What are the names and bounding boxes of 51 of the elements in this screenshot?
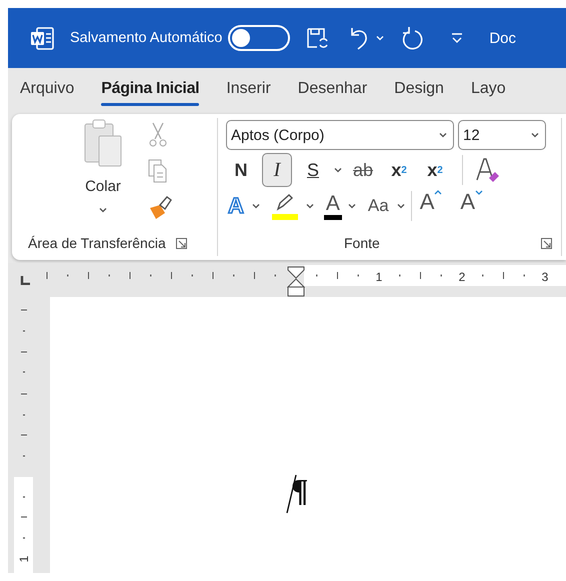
chevron-icon[interactable] (99, 207, 107, 213)
font-name-field[interactable]: Aptos (Corpo) (226, 120, 454, 150)
ribbon-tab[interactable]: Arquivo (20, 68, 74, 110)
change-case-button[interactable]: Aa (366, 189, 391, 223)
highlighter-icon[interactable] (272, 192, 298, 220)
grow-font-button[interactable]: A (418, 189, 444, 223)
text-effects-button[interactable]: A (226, 189, 246, 223)
italic-button[interactable]: I (262, 153, 292, 187)
group-label: Fonte (344, 235, 380, 251)
caret-icon[interactable] (434, 189, 442, 196)
chevron-icon[interactable] (306, 203, 314, 209)
ruler-number: 3 (542, 270, 548, 284)
format-painter-icon[interactable] (148, 196, 172, 220)
paragraph-mark: ¶ (292, 472, 308, 508)
redo-icon[interactable] (401, 26, 426, 50)
superscript-button[interactable]: x$^{2}$ (420, 153, 450, 187)
tab-stop-icon[interactable] (20, 276, 30, 284)
ruler-number: 1 (17, 556, 31, 562)
caret-icon[interactable] (475, 189, 484, 196)
ruler-number: 1 (376, 270, 382, 284)
underline-button[interactable]: S (298, 153, 328, 187)
chevron-icon[interactable] (439, 132, 447, 138)
ribbon-tab[interactable]: Layo (470, 68, 506, 110)
ribbon-tab[interactable]: Página Inicial (101, 68, 200, 110)
shrink-font-button[interactable]: A (458, 189, 486, 223)
chevron-icon[interactable] (531, 132, 539, 138)
ribbon-tab[interactable]: Desenhar (298, 68, 368, 110)
chevron-icon[interactable] (334, 167, 342, 173)
indent-marker[interactable] (286, 266, 306, 296)
group-label: Área de Transferência (28, 235, 166, 251)
paste-icon (83, 118, 123, 168)
chevron-icon[interactable] (252, 203, 260, 209)
autosave-toggle[interactable] (228, 25, 290, 51)
ribbon-tab[interactable]: Design (394, 68, 444, 110)
paste-button[interactable]: Colar (76, 118, 130, 230)
ribbon-tab[interactable]: Inserir (226, 68, 271, 110)
save-icon[interactable] (306, 27, 330, 49)
autosave-label: Salvamento Automático (70, 30, 222, 46)
strike-button[interactable]: ab (348, 153, 378, 187)
dialog-launcher-icon[interactable] (176, 238, 187, 248)
chevron-icon[interactable] (348, 203, 356, 209)
font-color-button[interactable]: A (324, 192, 342, 220)
customize-icon[interactable] (451, 33, 464, 43)
font-size-field[interactable]: 12 (458, 120, 546, 150)
dialog-launcher-icon[interactable] (540, 238, 552, 248)
chevron-icon[interactable] (396, 203, 405, 209)
clear-formatting-icon[interactable] (475, 156, 502, 184)
ruler-number: 2 (458, 270, 466, 284)
word-logo-icon (30, 26, 54, 50)
document-title: Doc (489, 30, 516, 46)
bold-button[interactable]: N (226, 153, 256, 187)
